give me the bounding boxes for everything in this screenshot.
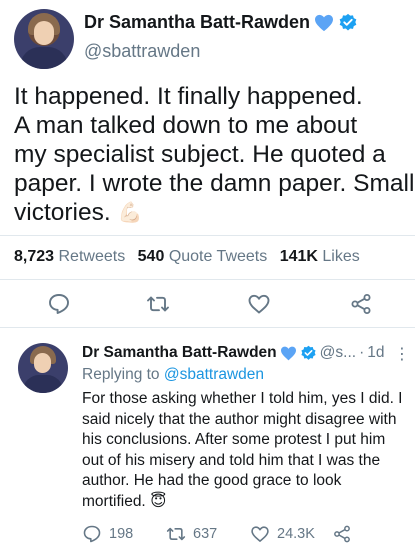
reply-reply-button[interactable]: 198 — [82, 524, 133, 544]
flexed-biceps-emoji: 💪🏻 — [117, 202, 143, 225]
tweet-actions — [0, 292, 415, 318]
reply-icon — [83, 525, 101, 543]
author-avatar[interactable] — [14, 9, 74, 69]
reply-text-line: author. He had the good grace to look — [82, 472, 342, 489]
reply-retweet-button[interactable]: 637 — [166, 524, 217, 544]
retweet-icon — [166, 527, 186, 541]
divider — [0, 327, 415, 328]
blue-heart-icon — [315, 14, 334, 31]
reply-text-line: said nicely that the author might disagr… — [82, 410, 397, 428]
reply-text-last-line: mortified. 😇 — [82, 492, 408, 513]
retweet-count: 637 — [193, 526, 218, 542]
replying-to-handle-link[interactable]: @sbattrawden — [164, 366, 264, 383]
replying-to: Replying to @sbattrawden — [82, 366, 264, 384]
author-handle[interactable]: @sbattrawden — [84, 41, 200, 62]
separator-dot: · — [359, 344, 365, 361]
like-icon[interactable] — [247, 292, 271, 316]
reply-text-line: his conclusions. After some protest I pu… — [82, 431, 386, 448]
smiling-face-with-halo-emoji: 😇 — [150, 492, 167, 510]
reply-author-name[interactable]: Dr Samantha Batt-Rawden — [82, 344, 277, 362]
quote-tweets-count[interactable]: 540 — [138, 248, 165, 265]
like-count: 24.3K — [277, 526, 315, 542]
reply-actions: 198 637 24.3K — [82, 524, 412, 546]
more-options-icon[interactable]: ⋮ — [394, 344, 410, 364]
engagement-stats: 8,723 Retweets 540 Quote Tweets 141K Lik… — [14, 248, 368, 266]
reply-text: For those asking whether I told him, yes… — [82, 389, 408, 512]
reply-header: Dr Samantha Batt-Rawden @s... · 1d — [82, 344, 384, 362]
retweet-icon[interactable] — [146, 292, 170, 316]
tweet-text-line: paper. I wrote the damn paper. Small — [14, 170, 415, 197]
divider — [0, 235, 415, 236]
reply-text-line: mortified. — [82, 492, 146, 510]
divider — [0, 279, 415, 280]
author-name[interactable]: Dr Samantha Batt-Rawden — [84, 12, 310, 33]
tweet-text-last-line: victories. 💪🏻 — [14, 198, 406, 228]
verified-badge-icon — [301, 345, 316, 360]
likes-label[interactable]: Likes — [322, 248, 359, 265]
reply-share-button[interactable] — [332, 524, 352, 544]
reply-count: 198 — [109, 526, 134, 542]
quote-tweets-label[interactable]: Quote Tweets — [169, 248, 267, 265]
reply-text-line: For those asking whether I told him, yes… — [82, 390, 403, 407]
tweet-text-line: my specialist subject. He quoted a — [14, 141, 386, 168]
share-icon — [334, 525, 350, 543]
reply-text-line: out of his misery and told him that I wa… — [82, 451, 381, 469]
author-name-row[interactable]: Dr Samantha Batt-Rawden — [84, 12, 358, 33]
replying-to-prefix: Replying to — [82, 366, 160, 383]
blue-heart-icon — [280, 346, 296, 360]
likes-count[interactable]: 141K — [280, 248, 318, 265]
reply-author-avatar[interactable] — [18, 343, 68, 393]
reply-timestamp[interactable]: 1d — [367, 344, 384, 362]
reply-author-handle[interactable]: @s... — [320, 344, 356, 362]
share-icon[interactable] — [349, 292, 373, 316]
reply-icon[interactable] — [47, 292, 71, 316]
like-icon — [251, 526, 269, 542]
tweet-text-line: A man talked down to me about — [14, 112, 358, 139]
tweet-text-line: victories. — [14, 199, 111, 226]
tweet-text: It happened. It finally happened. A man … — [14, 82, 415, 228]
reply-like-button[interactable]: 24.3K — [250, 524, 315, 544]
tweet-text-line: It happened. It finally happened. — [14, 83, 363, 110]
retweets-label[interactable]: Retweets — [59, 248, 126, 265]
verified-badge-icon — [339, 13, 357, 31]
retweets-count[interactable]: 8,723 — [14, 248, 54, 265]
